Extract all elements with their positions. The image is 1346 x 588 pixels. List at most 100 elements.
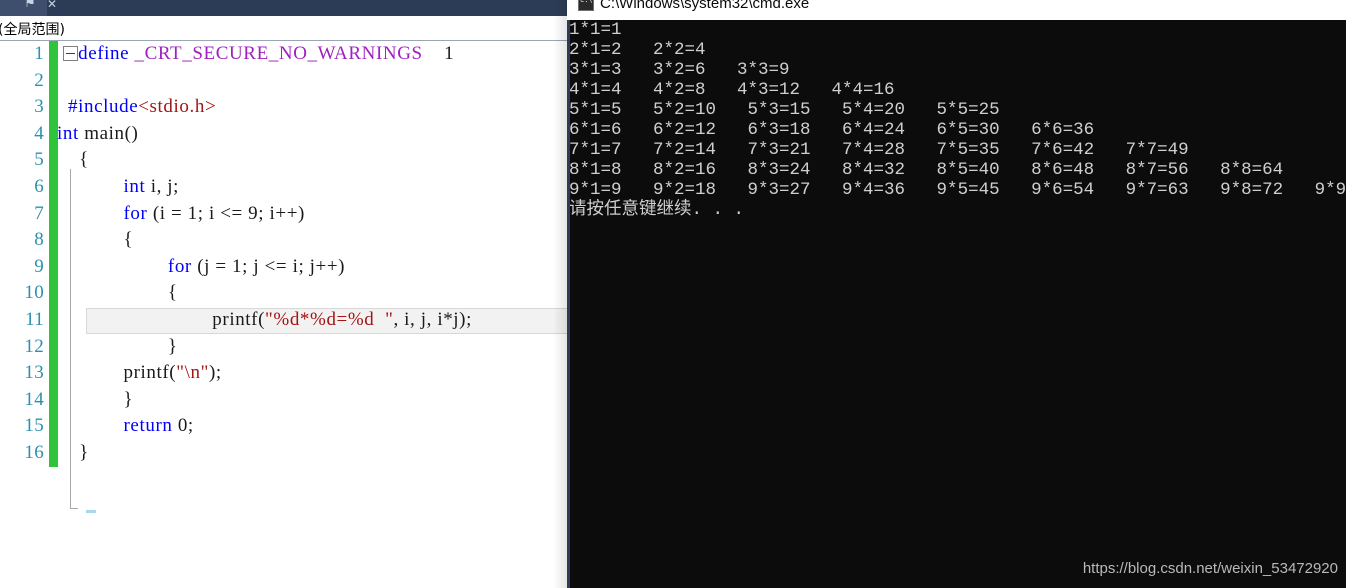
line-number: 3 <box>34 96 44 118</box>
line-number: 10 <box>24 282 44 304</box>
collapse-toggle-icon[interactable] <box>63 46 78 61</box>
code-line[interactable]: 10 { <box>0 280 567 307</box>
code-token: for <box>167 255 192 277</box>
code-text: int i, j; <box>124 174 180 201</box>
change-indicator <box>49 41 58 68</box>
code-token: #include <box>68 96 139 118</box>
code-text: } <box>168 334 178 361</box>
code-line[interactable]: 8{ <box>0 227 567 254</box>
code-token: _CRT_SECURE_NO_WARNINGS <box>134 43 423 64</box>
code-text: #define _CRT_SECURE_NO_WARNINGS 1 <box>68 41 454 68</box>
line-number: 4 <box>34 122 44 144</box>
code-text: { <box>124 227 134 254</box>
code-token: int <box>123 175 146 197</box>
code-line[interactable]: 9 for (j = 1; j <= i; j++) <box>0 253 567 281</box>
change-indicator <box>49 360 58 387</box>
console-line: 4*1=4 4*2=8 4*3=12 4*4=16 <box>569 80 895 100</box>
code-line[interactable]: 3 #include<stdio.h> <box>0 94 567 121</box>
change-indicator <box>49 227 58 254</box>
code-text: } <box>124 387 134 414</box>
change-indicator <box>49 173 58 201</box>
code-text: } <box>79 440 89 467</box>
console-line: 2*1=2 2*2=4 <box>569 40 706 60</box>
code-text: #include<stdio.h> <box>68 94 216 121</box>
code-token: { <box>167 282 178 304</box>
change-indicator <box>49 280 58 307</box>
code-line[interactable]: 7 for (i = 1; i <= 9; i++) <box>0 200 567 228</box>
code-token: } <box>123 388 134 410</box>
code-editor[interactable]: 1 #define _CRT_SECURE_NO_WARNINGS 1 2 3 #inc… <box>0 41 567 588</box>
line-number: 14 <box>24 388 44 410</box>
ide-titlebar-filler <box>128 0 567 16</box>
line-number: 5 <box>34 149 44 171</box>
change-indicator <box>49 67 58 95</box>
code-token: (j = 1; j <= i; j++) <box>191 255 346 277</box>
code-line[interactable]: 14} <box>0 386 567 414</box>
code-token: } <box>167 335 178 357</box>
console-title-text: C:\Windows\system32\cmd.exe <box>600 0 810 12</box>
text-caret <box>86 510 96 513</box>
code-line[interactable]: 13 printf("\n"); <box>0 360 567 387</box>
scope-label: (全局范围) <box>0 22 65 38</box>
code-line[interactable]: 16} <box>0 439 567 467</box>
code-token: } <box>79 441 89 463</box>
console-line: 9*1=9 9*2=18 9*3=27 9*4=36 9*5=45 9*6=54… <box>569 180 1346 200</box>
code-line[interactable]: 15 return 0; <box>0 413 567 440</box>
code-token: <stdio.h> <box>138 96 217 118</box>
ide-editor-pane: ⚑ ✕ (全局范围) 1 #define _CRT_SECURE_NO_WARNI… <box>0 0 567 588</box>
code-token: { <box>79 149 89 171</box>
line-number: 8 <box>34 229 44 251</box>
code-token: (i = 1; i <= 9; i++) <box>147 202 305 224</box>
change-indicator <box>49 386 58 414</box>
console-left-border <box>567 20 570 588</box>
line-number: 13 <box>24 362 44 384</box>
line-number: 15 <box>24 415 44 437</box>
change-indicator <box>49 147 58 174</box>
watermark-url: https://blog.csdn.net/weixin_53472920 <box>1082 560 1338 577</box>
code-text: for (j = 1; j <= i; j++) <box>168 254 345 281</box>
line-number: 11 <box>25 308 44 330</box>
console-line: 6*1=6 6*2=12 6*3=18 6*4=24 6*5=30 6*6=36 <box>569 120 1095 140</box>
change-indicator <box>49 200 58 228</box>
line-number: 12 <box>24 335 44 357</box>
line-number: 16 <box>24 441 44 463</box>
code-line[interactable]: 6 int i, j; <box>0 173 567 201</box>
code-token: int <box>57 122 79 144</box>
code-line[interactable]: 11 printf("%d*%d=%d ", i, j, i*j); <box>0 306 567 334</box>
console-line: 5*1=5 5*2=10 5*3=15 5*4=20 5*5=25 <box>569 100 1000 120</box>
line-number: 1 <box>34 43 44 64</box>
code-token: "\n" <box>176 362 209 384</box>
code-text: return 0; <box>124 413 194 440</box>
console-line: 7*1=7 7*2=14 7*3=21 7*4=28 7*5=35 7*6=42… <box>569 140 1189 160</box>
code-line[interactable]: 2 <box>0 67 567 95</box>
cmd-icon <box>578 0 594 11</box>
code-token: return <box>123 415 173 437</box>
code-token: main() <box>78 122 139 144</box>
scope-dropdown[interactable]: (全局范围) <box>0 16 567 41</box>
code-token: printf( <box>123 362 177 384</box>
code-line[interactable]: 1 #define _CRT_SECURE_NO_WARNINGS 1 <box>0 41 567 68</box>
console-line: 3*1=3 3*2=6 3*3=9 <box>569 60 790 80</box>
code-text: { <box>79 147 89 174</box>
code-line[interactable]: 4 int main() <box>0 120 567 148</box>
code-token: ); <box>208 362 222 384</box>
code-token: "%d*%d=%d " <box>265 308 394 330</box>
close-icon[interactable]: ✕ <box>44 0 60 12</box>
code-token: , i, j, i*j); <box>393 308 472 330</box>
ide-titlebar: ⚑ ✕ <box>0 0 567 16</box>
console-line: 请按任意键继续. . . <box>569 200 745 220</box>
console-output[interactable]: 1*1=1 2*1=2 2*2=4 3*1=3 3*2=6 3*3=9 4*1=4 4… <box>567 20 1346 588</box>
fold-guide-foot <box>70 508 78 509</box>
line-number: 9 <box>34 255 44 277</box>
console-titlebar[interactable]: C:\Windows\system32\cmd.exe <box>567 0 1346 20</box>
code-text: printf("%d*%d=%d ", i, j, i*j); <box>212 307 472 334</box>
code-line[interactable]: 5{ <box>0 147 567 174</box>
code-token: i, j; <box>145 175 180 197</box>
code-token: 0; <box>172 415 194 437</box>
line-number: 2 <box>34 69 44 91</box>
pin-icon[interactable]: ⚑ <box>22 0 38 12</box>
code-line[interactable]: 12} <box>0 333 567 361</box>
code-line-container: 1 #define _CRT_SECURE_NO_WARNINGS 1 2 3 #inc… <box>0 41 567 467</box>
code-token: printf( <box>212 308 266 330</box>
code-text: printf("\n"); <box>124 360 222 387</box>
